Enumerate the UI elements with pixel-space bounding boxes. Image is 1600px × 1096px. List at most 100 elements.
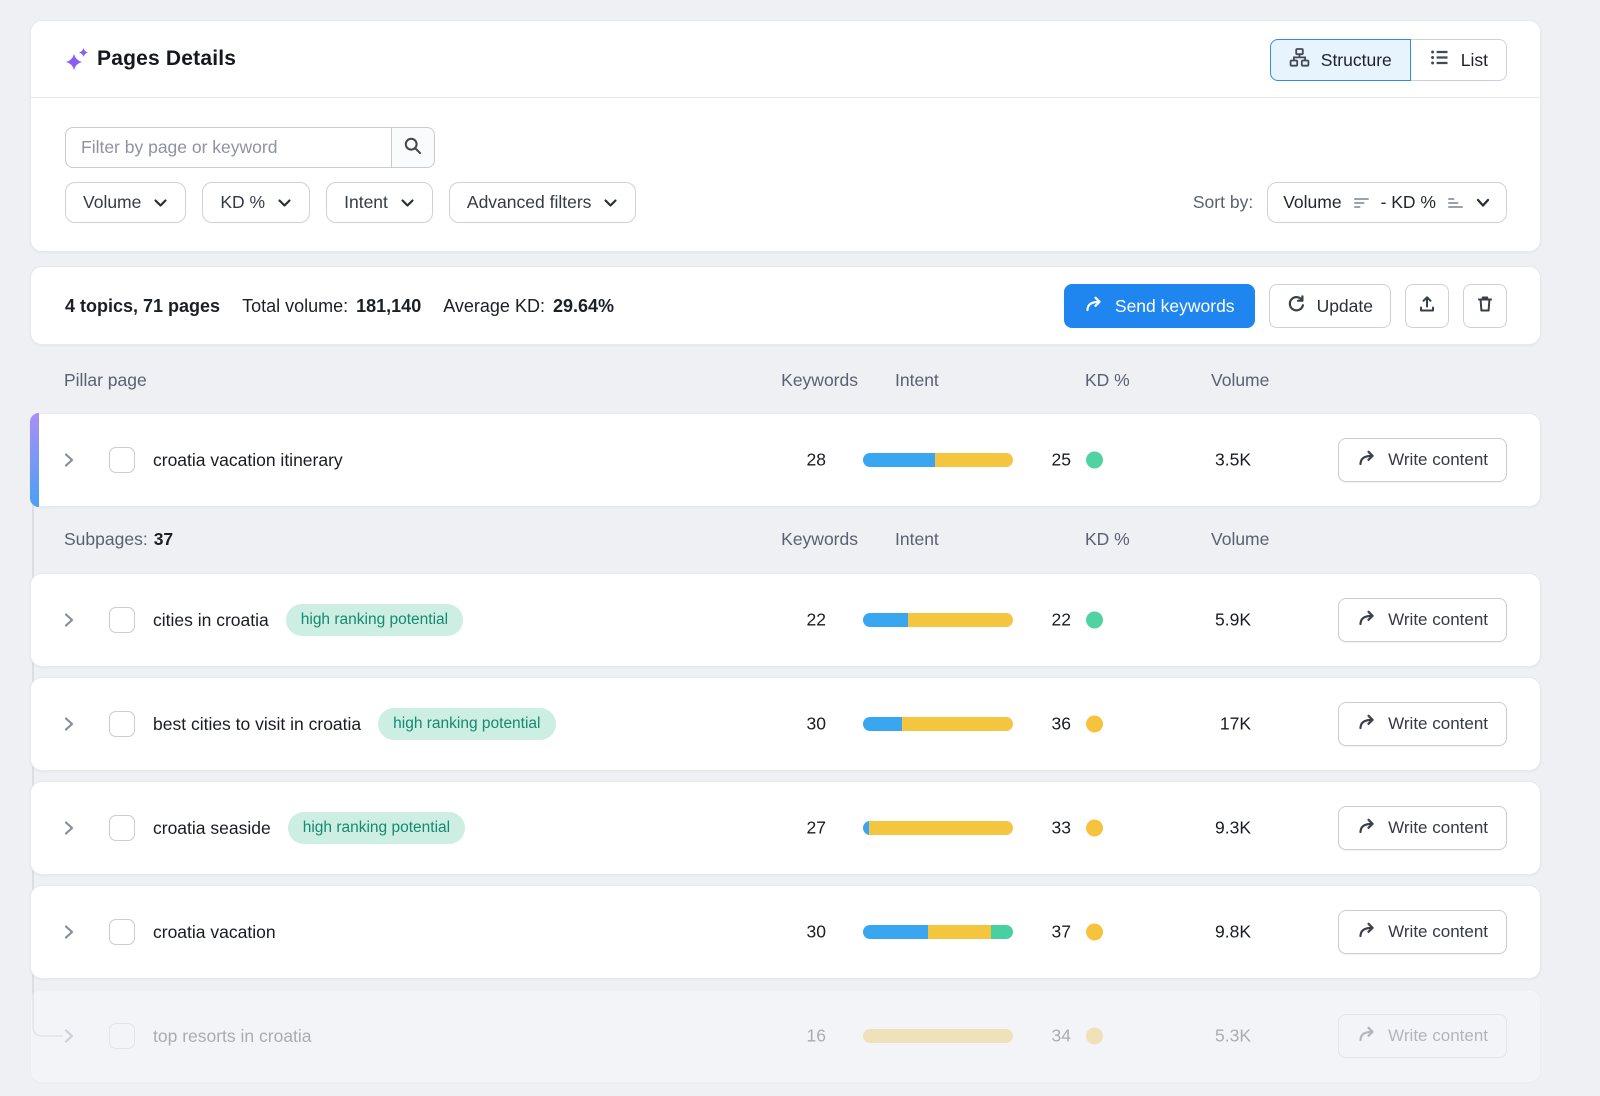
kd-dot [1086,1028,1103,1045]
pages-table: Pillar page Keywords Intent KD % Volume … [30,360,1541,1093]
kd-dot [1086,924,1103,941]
intent-segment-yellow [908,613,1013,627]
write-content-label: Write content [1388,450,1488,470]
intent-bar [863,717,1013,731]
kd-value: 37 [1011,922,1071,943]
kd-dot [1086,612,1103,629]
search-button[interactable] [391,127,435,168]
header-divider [31,97,1540,98]
volume-value: 5.3K [1171,1026,1251,1047]
redo-arrow-icon [1357,921,1377,944]
expand-chevron-icon[interactable] [61,924,77,940]
row-checkbox[interactable] [109,711,135,737]
high-ranking-potential-badge: high ranking potential [288,812,465,844]
row-checkbox[interactable] [109,447,135,473]
row-title-area: croatia vacation itinerary [153,414,343,506]
keywords-value: 16 [726,1026,826,1047]
redo-arrow-icon [1084,295,1104,318]
page-name: cities in croatia [153,610,269,631]
intent-bar [863,613,1013,627]
sort-descending-icon [1353,195,1370,211]
intent-bar [863,925,1013,939]
volume-value: 9.3K [1171,818,1251,839]
write-content-button[interactable]: Write content [1338,806,1507,850]
volume-value: 17K [1171,714,1251,735]
structure-view-button[interactable]: Structure [1270,39,1411,81]
delete-button[interactable] [1463,284,1507,328]
sort-primary-label: Volume [1283,192,1341,213]
col-pillar-page: Pillar page [64,370,147,391]
intent-segment-yellow [869,821,1013,835]
pillar-table-header: Pillar page Keywords Intent KD % Volume [30,360,1541,400]
volume-value: 3.5K [1171,450,1251,471]
expand-chevron-icon[interactable] [61,820,77,836]
sort-select[interactable]: Volume - KD % [1267,182,1507,223]
write-content-label: Write content [1388,818,1488,838]
list-icon [1429,47,1450,73]
expand-chevron-icon[interactable] [61,612,77,628]
sort-secondary-label: - KD % [1381,192,1436,213]
kd-filter-dropdown[interactable]: KD % [202,182,310,223]
search-area [65,127,435,168]
volume-value: 5.9K [1171,610,1251,631]
row-checkbox[interactable] [109,1023,135,1049]
write-content-label: Write content [1388,714,1488,734]
subpages-value: 37 [154,529,173,549]
intent-segment-yellow [928,925,991,939]
summary-actions: Send keywords Update [1064,284,1507,328]
search-input[interactable] [65,127,392,168]
volume-filter-dropdown[interactable]: Volume [65,182,186,223]
write-content-button[interactable]: Write content [1338,1014,1507,1058]
write-content-button[interactable]: Write content [1338,598,1507,642]
keywords-value: 30 [726,714,826,735]
row-title-area: best cities to visit in croatiahigh rank… [153,678,556,770]
total-volume-label: Total volume: [242,296,348,317]
advanced-filters-label: Advanced filters [467,192,592,213]
col-keywords: Keywords [758,529,858,550]
expand-chevron-icon[interactable] [61,452,77,468]
redo-arrow-icon [1357,449,1377,472]
volume-filter-label: Volume [83,192,141,213]
chevron-down-icon [153,197,168,209]
summary-stats: 4 topics, 71 pages Total volume: 181,140… [65,267,614,346]
subpages-header: Subpages:37 Keywords Intent KD % Volume [30,519,1541,561]
sort-ascending-icon [1447,195,1464,211]
refresh-icon [1287,294,1306,318]
intent-segment-blue [863,453,935,467]
intent-filter-dropdown[interactable]: Intent [326,182,433,223]
expand-chevron-icon[interactable] [61,716,77,732]
write-content-button[interactable]: Write content [1338,702,1507,746]
average-kd-value: 29.64% [553,296,614,317]
page-name: croatia seaside [153,818,271,839]
row-checkbox[interactable] [109,815,135,841]
expand-chevron-icon[interactable] [61,1028,77,1044]
row-checkbox[interactable] [109,607,135,633]
intent-segment-blue [863,717,902,731]
export-button[interactable] [1405,284,1449,328]
intent-segment-blue [863,925,928,939]
intent-filter-label: Intent [344,192,388,213]
pages-details-panel: Pages Details Structure [30,20,1541,252]
kd-dot [1086,820,1103,837]
trash-icon [1475,294,1495,319]
write-content-label: Write content [1388,1026,1488,1046]
write-content-label: Write content [1388,610,1488,630]
row-title-area: top resorts in croatia [153,990,312,1082]
intent-segment-yellow [935,453,1013,467]
chevron-down-icon [603,197,618,209]
write-content-button[interactable]: Write content [1338,438,1507,482]
chevron-down-icon [277,197,292,209]
row-checkbox[interactable] [109,919,135,945]
write-content-button[interactable]: Write content [1338,910,1507,954]
chevron-down-icon [1475,196,1491,209]
send-keywords-button[interactable]: Send keywords [1064,284,1255,328]
write-content-label: Write content [1388,922,1488,942]
update-button[interactable]: Update [1269,284,1391,328]
advanced-filters-dropdown[interactable]: Advanced filters [449,182,637,223]
total-volume-value: 181,140 [356,296,421,317]
list-view-button[interactable]: List [1411,39,1507,81]
intent-bar [863,821,1013,835]
pillar-page-row: croatia vacation itinerary28253.5KWrite … [30,413,1541,507]
volume-value: 9.8K [1171,922,1251,943]
keywords-value: 22 [726,610,826,631]
